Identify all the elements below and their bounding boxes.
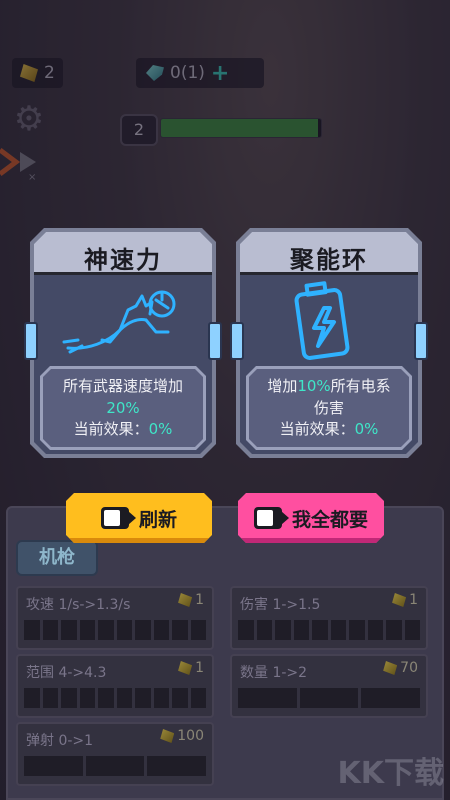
tab-machine-gun[interactable]: 机枪 [16, 540, 98, 576]
stat-card-bounce[interactable]: 弹射 0->1 100 [16, 722, 214, 786]
upgrade-card-speed[interactable]: 神速力 所有武器速度增加 20% 当前效果：0% [30, 228, 216, 458]
stat-progress [24, 756, 207, 776]
cat-sprint-icon [38, 278, 208, 362]
stat-label: 数量 1->2 [240, 665, 308, 681]
stat-card-range[interactable]: 范围 4->4.3 1 [16, 654, 214, 718]
stat-label: 弹射 0->1 [26, 733, 94, 749]
level-progress-bar [160, 118, 322, 138]
gold-value: 2 [44, 63, 55, 83]
gear-icon[interactable]: ⚙ [12, 102, 46, 136]
card-description: 增加10%所有电系 伤害 [267, 377, 391, 417]
skill-arrow-icon[interactable]: × [0, 142, 44, 182]
stat-cost: 1 [392, 592, 418, 608]
watermark: KK下载 [337, 756, 445, 791]
gold-icon [178, 593, 193, 607]
gold-icon [392, 593, 407, 607]
crystal-value: 0(1) [170, 63, 205, 83]
gold-icon [160, 729, 175, 743]
card-side-tab [208, 322, 222, 360]
stat-progress [238, 620, 420, 640]
card-bonus-value: 20% [106, 399, 140, 417]
stat-cost: 100 [160, 728, 204, 744]
crystal-icon [146, 65, 164, 81]
video-ad-icon [101, 507, 129, 529]
current-effect: 当前效果：0% [73, 420, 173, 438]
stat-progress [238, 688, 421, 708]
add-crystal-icon[interactable]: + [211, 61, 229, 86]
stat-cost: 70 [383, 660, 418, 676]
refresh-button[interactable]: 刷新 [66, 493, 212, 543]
video-ad-icon [254, 507, 282, 529]
gold-icon [383, 661, 398, 675]
upgrade-card-energy-ring[interactable]: 聚能环 增加10%所有电系 伤害 当前效果：0% [236, 228, 422, 458]
svg-text:×: × [28, 172, 36, 182]
take-all-button[interactable]: 我全都要 [238, 493, 384, 543]
stat-card-damage[interactable]: 伤害 1->1.5 1 [230, 586, 428, 650]
card-description: 所有武器速度增加 20% [43, 375, 203, 419]
stat-label: 范围 4->4.3 [26, 665, 107, 681]
stat-card-fire-rate[interactable]: 攻速 1/s->1.3/s 1 [16, 586, 214, 650]
stat-label: 伤害 1->1.5 [240, 597, 321, 613]
gold-icon [178, 661, 193, 675]
stat-cost: 1 [178, 660, 204, 676]
stat-card-count[interactable]: 数量 1->2 70 [230, 654, 428, 718]
card-title: 聚能环 [290, 246, 368, 274]
current-effect: 当前效果：0% [279, 420, 379, 438]
card-side-tab [414, 322, 428, 360]
stat-progress [24, 688, 206, 708]
card-bonus-value: 10% [297, 377, 331, 395]
card-title: 神速力 [84, 246, 162, 274]
level-progress-fill [161, 119, 318, 137]
stat-progress [24, 620, 206, 640]
gold-counter: 2 [12, 58, 63, 88]
gold-icon [20, 64, 38, 82]
card-side-tab [24, 322, 38, 360]
crystal-counter[interactable]: 0(1) + [136, 58, 264, 88]
battery-lightning-icon [244, 278, 414, 362]
game-screen: 2 0(1) + ⚙ 2 × 机枪 攻速 1/s->1.3/s 1 伤害 1->… [0, 0, 450, 800]
level-badge: 2 [120, 114, 158, 146]
stat-cost: 1 [178, 592, 204, 608]
stat-label: 攻速 1/s->1.3/s [26, 597, 131, 613]
card-side-tab [230, 322, 244, 360]
